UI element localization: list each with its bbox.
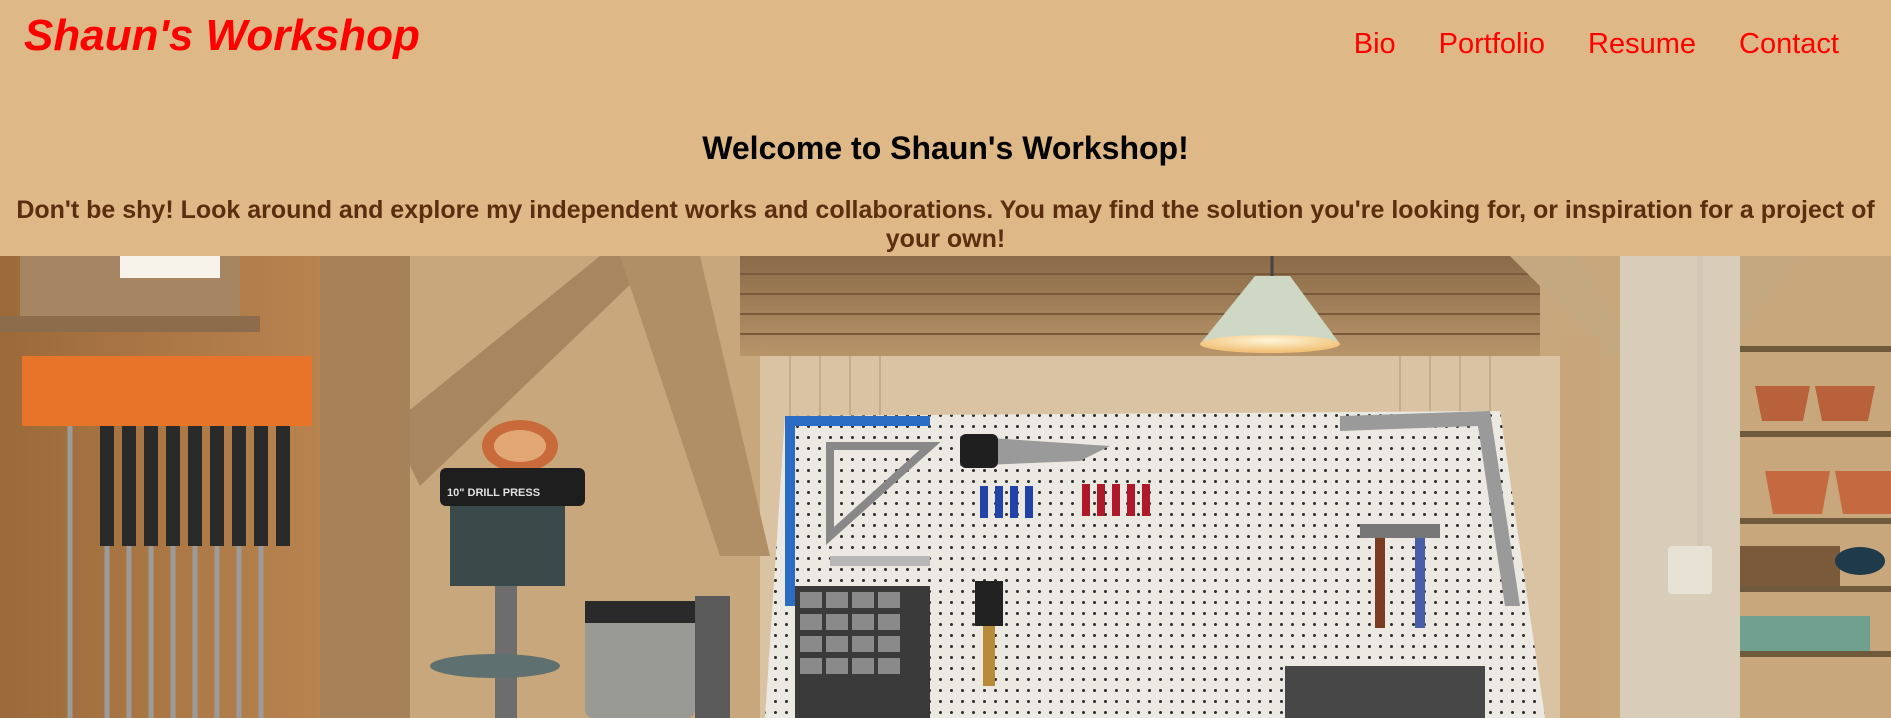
workshop-hero-image: 10" DRILL PRESS (0, 256, 1891, 718)
nav-resume-link[interactable]: Resume (1588, 24, 1696, 64)
drill-press-label: 10" DRILL PRESS (447, 487, 540, 499)
welcome-heading: Welcome to Shaun's Workshop! (702, 130, 1189, 166)
nav-contact-link[interactable]: Contact (1739, 24, 1839, 64)
site-title[interactable]: Shaun's Workshop (24, 11, 420, 60)
intro-text: Don't be shy! Look around and explore my… (16, 196, 1875, 253)
nav-bio-link[interactable]: Bio (1354, 24, 1396, 64)
nav-portfolio-link[interactable]: Portfolio (1439, 24, 1545, 64)
main-nav: Bio Portfolio Resume Contact (1354, 24, 1839, 64)
